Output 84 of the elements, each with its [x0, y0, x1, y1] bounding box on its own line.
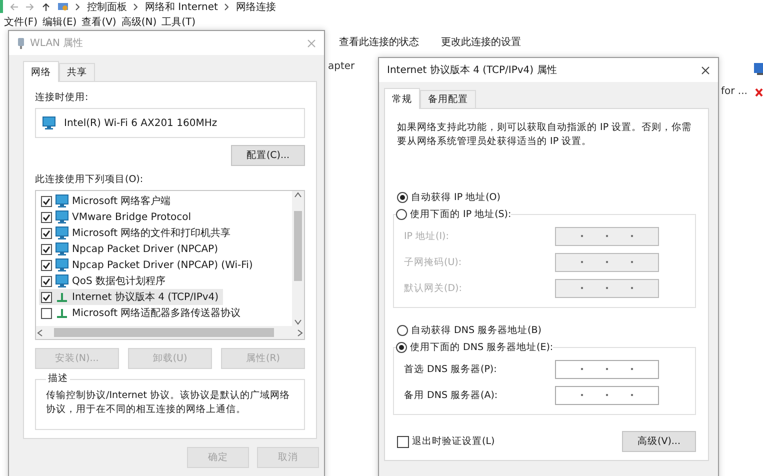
checkbox[interactable]	[41, 228, 52, 238]
menu-item[interactable]: 工具(T)	[162, 15, 196, 29]
ip-address-field[interactable]	[555, 386, 659, 404]
scrollbar[interactable]	[36, 326, 304, 339]
scroll-up-icon[interactable]	[294, 191, 302, 199]
adapter-icon	[17, 36, 25, 50]
radio-option[interactable]: 使用下面的 DNS 服务器地址(E):	[396, 341, 554, 354]
scroll-left-icon[interactable]	[36, 328, 44, 336]
field-label: 首选 DNS 服务器(P):	[404, 362, 497, 376]
radio-button[interactable]	[397, 192, 408, 203]
group-label: 描述	[47, 373, 69, 385]
adapter-name: Intel(R) Wi-Fi 6 AX201 160MHz	[64, 118, 218, 128]
checkbox[interactable]	[41, 292, 52, 302]
breadcrumb-item[interactable]: 网络连接	[236, 0, 276, 13]
chevron-icon	[224, 2, 230, 10]
advanced-button[interactable]: 高级(V)...	[622, 431, 696, 452]
checkbox[interactable]	[41, 196, 52, 206]
close-button[interactable]	[701, 66, 710, 74]
up-icon[interactable]	[41, 2, 51, 12]
network-monitor-icon	[55, 226, 69, 240]
list-item[interactable]: Microsoft 网络客户端	[39, 193, 175, 209]
checkbox[interactable]	[41, 212, 52, 222]
list-item[interactable]: Microsoft 网络的文件和打印机共享	[39, 225, 235, 241]
radio-button[interactable]	[396, 342, 407, 353]
field-label: IP 地址(I):	[404, 230, 449, 242]
network-adapter-icon	[754, 62, 763, 76]
toolbar-item[interactable]: 查看此连接的状态	[339, 35, 419, 49]
label: 连接时使用:	[35, 92, 90, 104]
scroll-down-icon[interactable]	[294, 318, 302, 326]
breadcrumb-item[interactable]: 控制面板	[87, 0, 127, 13]
chevron-icon	[133, 2, 139, 10]
field-label: 默认网关(D):	[404, 282, 462, 294]
radio-button[interactable]	[397, 325, 408, 336]
chevron-icon	[75, 2, 81, 10]
network-monitor-icon	[55, 258, 69, 272]
checkbox[interactable]	[397, 436, 409, 448]
list-item[interactable]: Npcap Packet Driver (NPCAP)	[39, 241, 222, 257]
network-protocol-icon	[55, 306, 69, 320]
ip-address-field[interactable]	[555, 360, 659, 378]
field-label: 子网掩码(U):	[404, 256, 462, 268]
network-monitor-icon	[55, 242, 69, 256]
description-text: 传输控制协议/Internet 协议。该协议是默认的广域网络协议，用于在不同的相互连接的网络上通信。	[46, 389, 291, 417]
network-monitor-icon	[55, 210, 69, 224]
scroll-thumb[interactable]	[54, 328, 274, 337]
connection-detail: for ...	[721, 86, 748, 97]
checkbox[interactable]	[41, 308, 52, 318]
connection-name: apter	[328, 61, 355, 72]
label: 此连接使用下列项目(O):	[35, 174, 144, 186]
network-monitor-icon	[55, 274, 69, 288]
list-item[interactable]: Internet 协议版本 4 (TCP/IPv4)	[39, 289, 223, 305]
checkbox[interactable]	[41, 260, 52, 270]
tab[interactable]: 备用配置	[420, 90, 476, 108]
window-title: WLAN 属性	[30, 36, 84, 50]
tab[interactable]: 共享	[59, 63, 95, 81]
checkbox[interactable]	[41, 244, 52, 254]
radio-button[interactable]	[396, 209, 407, 220]
radio-option[interactable]: 使用下面的 IP 地址(S):	[396, 208, 512, 221]
menu-item[interactable]: 文件(F)	[4, 15, 38, 29]
network-monitor-icon	[42, 116, 56, 130]
close-icon	[701, 66, 710, 74]
menu-item[interactable]: 查看(V)	[82, 15, 116, 29]
close-icon	[307, 38, 316, 48]
checkbox-option[interactable]: 退出时验证设置(L)	[397, 435, 495, 448]
list-item[interactable]: Microsoft 网络适配器多路传送器协议	[39, 305, 245, 321]
scroll-right-icon[interactable]	[296, 328, 304, 336]
list-item[interactable]: VMware Bridge Protocol	[39, 209, 196, 225]
tab[interactable]: 常规	[384, 88, 420, 109]
menu-item[interactable]: 高级(N)	[121, 15, 157, 29]
list-item[interactable]: QoS 数据包计划程序	[39, 273, 170, 289]
tab[interactable]: 网络	[23, 61, 59, 82]
configure-button[interactable]: 配置(C)...	[231, 145, 305, 166]
network-protocol-icon	[55, 290, 69, 304]
intro-text: 如果网络支持此功能，则可以获取自动指派的 IP 设置。否则，你需要从网络系统管理员处获得适当的 IP 设置。	[397, 121, 693, 149]
field-label: 备用 DNS 服务器(A):	[404, 388, 498, 402]
checkbox[interactable]	[41, 276, 52, 286]
network-monitor-icon	[55, 194, 69, 208]
menu-item[interactable]: 编辑(E)	[42, 15, 77, 29]
toolbar-item[interactable]: 更改此连接的设置	[441, 35, 521, 49]
scrollbar[interactable]	[292, 191, 304, 326]
window-title: Internet 协议版本 4 (TCP/IPv4) 属性	[387, 64, 557, 77]
scroll-thumb[interactable]	[294, 211, 302, 281]
error-icon	[755, 88, 763, 97]
breadcrumb-item[interactable]: 网络和 Internet	[145, 0, 218, 13]
list-item[interactable]: Npcap Packet Driver (NPCAP) (Wi-Fi)	[39, 257, 257, 273]
